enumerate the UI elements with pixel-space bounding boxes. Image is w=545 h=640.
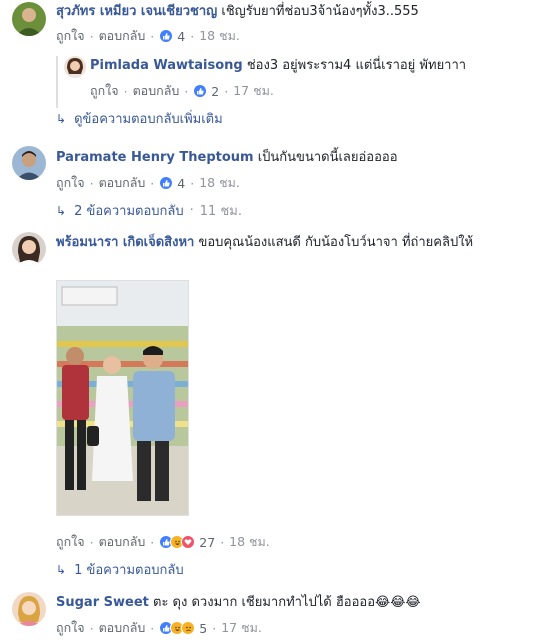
- avatar[interactable]: [12, 232, 46, 266]
- avatar[interactable]: [12, 146, 46, 180]
- separator-dot: ·: [220, 534, 225, 550]
- like-reaction-icon: [159, 176, 174, 190]
- view-replies-link[interactable]: ↳ 2 ข้อความตอบกลับ · 11 ชม.: [56, 200, 242, 221]
- reaction-count[interactable]: 4: [177, 176, 185, 191]
- comment-body: Paramate Henry Theptoum เป็นกันขนาดนี้เล…: [56, 148, 539, 168]
- reply-time[interactable]: 11 ชม.: [200, 200, 242, 221]
- like-reaction-icon: [193, 84, 208, 98]
- comment-text: ขอบคุณน้องแสนดี กับน้องโบว์นาจา ที่ถ่ายค…: [198, 235, 474, 250]
- reaction-summary[interactable]: [159, 29, 174, 43]
- avatar[interactable]: [64, 56, 86, 78]
- reply-link[interactable]: ตอบกลับ: [99, 532, 146, 552]
- reaction-count[interactable]: 4: [177, 29, 185, 44]
- separator-dot: ·: [89, 175, 94, 191]
- reply-link[interactable]: ตอบกลับ: [99, 26, 146, 46]
- separator-dot: ·: [190, 175, 195, 191]
- separator-dot: ·: [89, 534, 94, 550]
- comment-time[interactable]: 17 ชม.: [221, 618, 262, 638]
- separator-dot: ·: [184, 83, 189, 99]
- like-link[interactable]: ถูกใจ: [56, 26, 85, 46]
- separator-dot: ·: [189, 203, 194, 218]
- comment-time[interactable]: 18 ชม.: [229, 532, 270, 552]
- separator-dot: ·: [212, 620, 217, 636]
- reply-link[interactable]: ตอบกลับ: [99, 618, 146, 638]
- more-replies-label: ดูข้อความตอบกลับเพิ่มเติม: [74, 112, 223, 127]
- comment-text: เชิญรับยาที่ช่อบ3จ้าน้องๆทั้ง3..555: [221, 4, 419, 19]
- like-link[interactable]: ถูกใจ: [56, 532, 85, 552]
- reply-arrow-icon: ↳: [56, 203, 67, 218]
- comment-time[interactable]: 18 ชม.: [199, 173, 240, 193]
- like-reaction-icon: [159, 29, 174, 43]
- separator-dot: ·: [150, 620, 155, 636]
- comment-author[interactable]: สุวภัทร เหมียว เจนเชียวชาญ: [56, 4, 217, 19]
- view-replies-link[interactable]: ↳ 1 ข้อความตอบกลับ: [56, 559, 184, 580]
- comment-author[interactable]: Pimlada Wawtaisong: [90, 58, 243, 73]
- reply-link[interactable]: ตอบกลับ: [99, 173, 146, 193]
- reaction-summary[interactable]: [159, 621, 196, 635]
- avatar[interactable]: [12, 592, 46, 626]
- separator-dot: ·: [150, 28, 155, 44]
- like-link[interactable]: ถูกใจ: [56, 618, 85, 638]
- separator-dot: ·: [150, 534, 155, 550]
- like-link[interactable]: ถูกใจ: [56, 173, 85, 193]
- reaction-summary[interactable]: [159, 535, 196, 549]
- comment-actions: ถูกใจ · ตอบกลับ · 5 · 17 ชม.: [56, 618, 262, 638]
- like-link[interactable]: ถูกใจ: [90, 81, 119, 101]
- comment-text: ตะ ดุง ดวงมาก เชียมากทำไปได้ ฮืออออ😂😂😂: [153, 595, 421, 610]
- more-replies-label: 1 ข้อความตอบกลับ: [74, 563, 184, 578]
- comment-1: สุวภัทร เหมียว เจนเชียวชาญ เชิญรับยาที่ช…: [0, 0, 545, 44]
- reaction-summary[interactable]: [159, 176, 174, 190]
- comment-actions: ถูกใจ · ตอบกลับ · 27 · 18 ชม.: [56, 532, 270, 552]
- comment-time[interactable]: 18 ชม.: [199, 26, 240, 46]
- reply-link[interactable]: ตอบกลับ: [133, 81, 180, 101]
- separator-dot: ·: [150, 175, 155, 191]
- reaction-summary[interactable]: [193, 84, 208, 98]
- comment-time[interactable]: 17 ชม.: [233, 81, 274, 101]
- comment-actions: ถูกใจ · ตอบกลับ · 4 · 18 ชม.: [56, 26, 240, 46]
- love-reaction-icon: [181, 535, 196, 549]
- comment-2: Paramate Henry Theptoum เป็นกันขนาดนี้เล…: [0, 146, 545, 196]
- comment-body: Sugar Sweet ตะ ดุง ดวงมาก เชียมากทำไปได้…: [56, 593, 539, 613]
- reply-arrow-icon: ↳: [56, 562, 67, 577]
- reply-body: Pimlada Wawtaisong ช่อง3 อยู่พระราม4 แต่…: [90, 56, 539, 76]
- comment-actions: ถูกใจ · ตอบกลับ · 2 · 17 ชม.: [90, 81, 274, 101]
- separator-dot: ·: [224, 83, 229, 99]
- comment-body: สุวภัทร เหมียว เจนเชียวชาญ เชิญรับยาที่ช…: [56, 2, 539, 22]
- separator-dot: ·: [123, 83, 128, 99]
- separator-dot: ·: [89, 620, 94, 636]
- comment-4: Sugar Sweet ตะ ดุง ดวงมาก เชียมากทำไปได้…: [0, 592, 545, 640]
- view-more-replies-link[interactable]: ↳ ดูข้อความตอบกลับเพิ่มเติม: [56, 108, 223, 129]
- reaction-count[interactable]: 2: [211, 84, 219, 99]
- separator-dot: ·: [89, 28, 94, 44]
- reply-1: Pimlada Wawtaisong ช่อง3 อยู่พระราม4 แต่…: [0, 54, 545, 104]
- comment-photo[interactable]: [56, 280, 189, 516]
- avatar[interactable]: [12, 2, 46, 36]
- comment-actions: ถูกใจ · ตอบกลับ · 4 · 18 ชม.: [56, 173, 240, 193]
- comment-text: ช่อง3 อยู่พระราม4 แต่นี่เราอยู่ พัทยาาา: [246, 58, 467, 73]
- separator-dot: ·: [190, 28, 195, 44]
- reaction-count[interactable]: 5: [199, 621, 207, 636]
- reply-arrow-icon: ↳: [56, 111, 67, 126]
- comment-author[interactable]: พร้อมนารา เกิดเจ็ดสิงหา: [56, 235, 194, 250]
- comment-text: เป็นกันขนาดนี้เลยอ่ออออ: [257, 150, 398, 165]
- more-replies-label: 2 ข้อความตอบกลับ: [74, 204, 184, 219]
- comment-author[interactable]: Sugar Sweet: [56, 595, 149, 610]
- comment-author[interactable]: Paramate Henry Theptoum: [56, 150, 254, 165]
- sad-reaction-icon: [181, 621, 196, 635]
- comment-body: พร้อมนารา เกิดเจ็ดสิงหา ขอบคุณน้องแสนดี …: [56, 232, 537, 253]
- reaction-count[interactable]: 27: [199, 535, 215, 550]
